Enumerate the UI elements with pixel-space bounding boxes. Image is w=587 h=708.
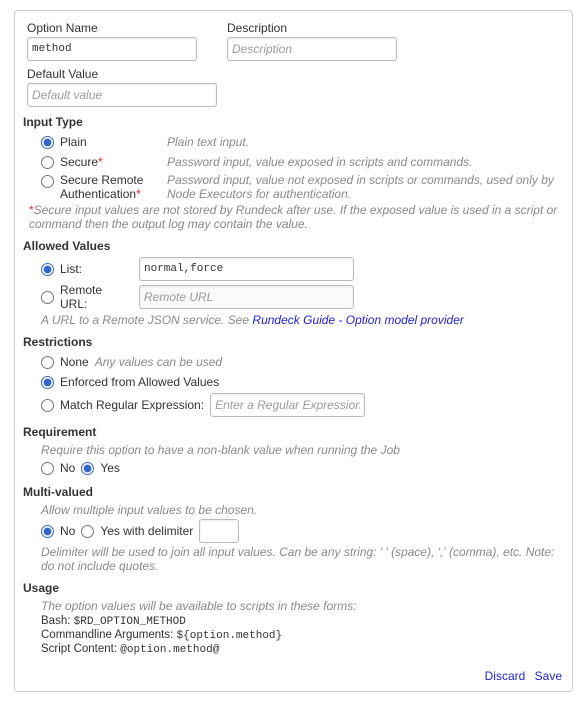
discard-button[interactable]: Discard [485, 669, 526, 683]
option-name-input[interactable] [27, 37, 197, 61]
requirement-title: Requirement [23, 425, 560, 439]
restrict-enforced-radio[interactable] [41, 376, 54, 389]
restrict-regex-radio[interactable] [41, 399, 54, 412]
restrict-regex-input[interactable] [210, 393, 365, 417]
option-editor-panel: Option Name Description Default Value In… [14, 10, 573, 692]
allowed-remote-input[interactable] [139, 285, 354, 309]
multivalued-help: Allow multiple input values to be chosen… [41, 503, 560, 517]
multivalued-no-label: No [60, 524, 75, 538]
allowed-list-label: List: [60, 262, 82, 276]
input-type-title: Input Type [23, 115, 560, 129]
allowed-help: A URL to a Remote JSON service. See Rund… [41, 313, 560, 327]
restrict-none-radio[interactable] [41, 356, 54, 369]
requirement-no-label: No [60, 461, 75, 475]
default-value-label: Default Value [27, 67, 560, 81]
input-type-secure-label: Secure* [60, 155, 103, 169]
input-type-plain-radio[interactable] [41, 136, 54, 149]
input-type-plain-label: Plain [60, 135, 87, 149]
restrict-regex-label: Match Regular Expression: [60, 398, 204, 412]
multivalued-yes-radio[interactable] [81, 525, 94, 538]
allowed-help-link[interactable]: Rundeck Guide - Option model provider [252, 313, 463, 327]
multivalued-delimiter-input[interactable] [199, 519, 239, 543]
description-input[interactable] [227, 37, 397, 61]
input-type-secure-radio[interactable] [41, 156, 54, 169]
requirement-no-radio[interactable] [41, 462, 54, 475]
input-type-footnote: *Secure input values are not stored by R… [27, 203, 560, 231]
input-type-secure-remote-label: Secure Remote Authentication* [60, 173, 161, 201]
description-label: Description [227, 21, 397, 35]
usage-script: Script Content: @option.method@ [41, 643, 560, 656]
allowed-values-title: Allowed Values [23, 239, 560, 253]
requirement-yes-radio[interactable] [81, 462, 94, 475]
usage-cmd: Commandline Arguments: ${option.method} [41, 629, 560, 642]
multivalued-yes-label: Yes with delimiter [100, 524, 193, 538]
save-button[interactable]: Save [535, 669, 562, 683]
requirement-yes-label: Yes [100, 461, 120, 475]
multivalued-no-radio[interactable] [41, 525, 54, 538]
multivalued-title: Multi-valued [23, 485, 560, 499]
usage-help: The option values will be available to s… [41, 599, 560, 613]
input-type-secure-desc: Password input, value exposed in scripts… [167, 155, 473, 169]
restrictions-title: Restrictions [23, 335, 560, 349]
footer-actions: Discard Save [479, 669, 562, 683]
restrict-none-label: None [60, 355, 89, 369]
allowed-remote-label: Remote URL: [60, 283, 131, 311]
input-type-secure-remote-radio[interactable] [41, 175, 54, 188]
usage-bash: Bash: $RD_OPTION_METHOD [41, 615, 560, 628]
option-name-label: Option Name [27, 21, 197, 35]
input-type-secure-remote-desc: Password input, value not exposed in scr… [167, 173, 560, 201]
allowed-list-input[interactable] [139, 257, 354, 281]
restrict-none-desc: Any values can be used [95, 355, 222, 369]
input-type-plain-desc: Plain text input. [167, 135, 249, 149]
allowed-remote-radio[interactable] [41, 291, 54, 304]
restrict-enforced-label: Enforced from Allowed Values [60, 375, 219, 389]
multivalued-delim-help: Delimiter will be used to join all input… [41, 545, 560, 573]
allowed-list-radio[interactable] [41, 263, 54, 276]
default-value-input[interactable] [27, 83, 217, 107]
requirement-help: Require this option to have a non-blank … [41, 443, 560, 457]
